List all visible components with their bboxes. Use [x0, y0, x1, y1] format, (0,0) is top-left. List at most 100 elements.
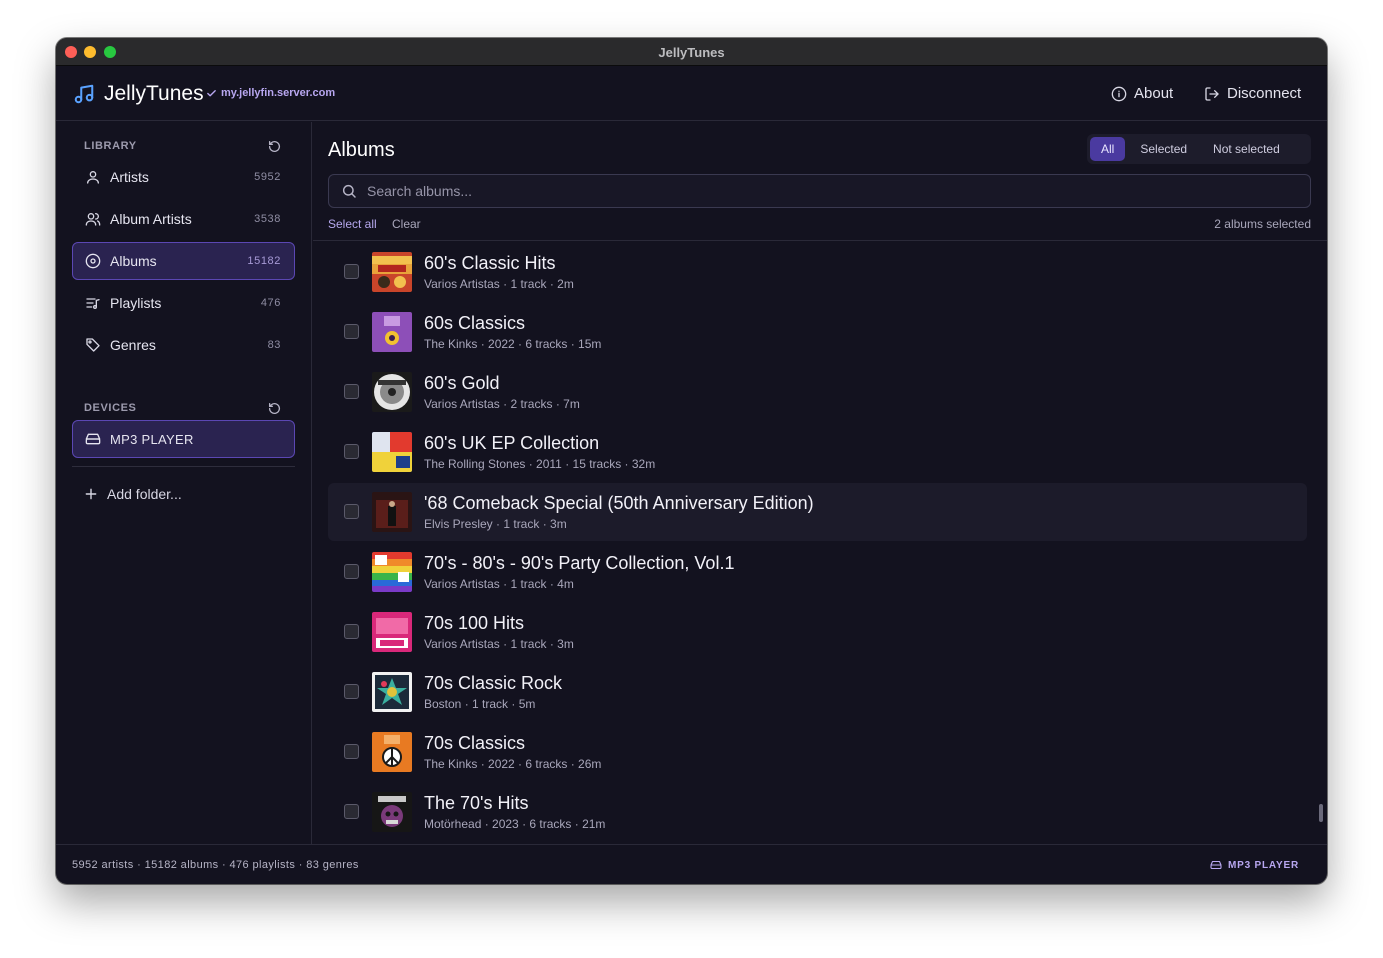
album-checkbox[interactable] [344, 324, 359, 339]
disc-icon [85, 253, 101, 269]
album-row[interactable]: 70s Classic Rock Boston · 1 track · 5m [328, 663, 1307, 721]
album-cover [372, 552, 412, 592]
logout-icon [1205, 86, 1219, 101]
sidebar-item-label: Genres [110, 337, 156, 353]
album-title: 60's Gold [424, 373, 500, 393]
album-cover [372, 792, 412, 832]
album-cover [372, 492, 412, 532]
album-checkbox[interactable] [344, 444, 359, 459]
drive-icon [1210, 860, 1222, 870]
window-title: JellyTunes [658, 45, 725, 60]
album-cover [372, 672, 412, 712]
album-row[interactable]: 60's Gold Varios Artistas · 2 tracks · 7… [328, 363, 1307, 421]
scrollbar-thumb[interactable] [1319, 804, 1323, 822]
album-meta: Boston · 1 track · 5m [424, 697, 536, 711]
select-all-link[interactable]: Select all [328, 217, 377, 231]
album-cover [372, 252, 412, 292]
add-folder-button[interactable]: Add folder... [84, 486, 182, 502]
disconnect-button[interactable]: Disconnect [1204, 85, 1301, 102]
album-row[interactable]: 70's - 80's - 90's Party Collection, Vol… [328, 543, 1307, 601]
playlist-icon [86, 298, 100, 309]
album-checkbox[interactable] [344, 504, 359, 519]
sidebar-item-label: Artists [110, 169, 149, 185]
album-title: 60's UK EP Collection [424, 433, 600, 453]
album-cover [372, 732, 412, 772]
album-meta: The Kinks · 2022 · 6 tracks · 26m [424, 757, 602, 771]
sidebar-item-label: Playlists [110, 295, 162, 311]
server-status: my.jellyfin.server.com [206, 87, 335, 99]
album-title: 70s Classics [424, 733, 526, 753]
server-url: my.jellyfin.server.com [221, 87, 336, 99]
drive-icon [85, 433, 101, 445]
album-title: 70s Classic Rock [424, 673, 563, 693]
album-meta: The Kinks · 2022 · 6 tracks · 15m [424, 337, 602, 351]
sidebar-item-artists[interactable]: Artists 5952 [72, 158, 295, 196]
music-note-icon [74, 84, 94, 104]
device-item-mp3-player[interactable]: MP3 PLAYER [72, 420, 295, 458]
album-cover [372, 312, 412, 352]
album-row[interactable]: 60's Classic Hits Varios Artistas · 1 tr… [328, 243, 1307, 301]
sidebar-item-count: 5952 [254, 171, 281, 183]
status-bar: 5952 artists · 15182 albums · 476 playli… [56, 844, 1327, 884]
sidebar-item-genres[interactable]: Genres 83 [72, 326, 295, 364]
sidebar-item-count: 3538 [254, 213, 281, 225]
album-checkbox[interactable] [344, 384, 359, 399]
search-box [328, 174, 1311, 208]
album-row[interactable]: 60s Classics The Kinks · 2022 · 6 tracks… [328, 303, 1307, 361]
sidebar-item-count: 83 [267, 339, 281, 351]
library-section-label: LIBRARY [84, 140, 137, 152]
sidebar-item-label: Albums [110, 253, 157, 269]
device-label: MP3 PLAYER [110, 431, 194, 447]
album-meta: The Rolling Stones · 2011 · 15 tracks · … [424, 457, 656, 471]
album-row[interactable]: 70s Classics The Kinks · 2022 · 6 tracks… [328, 723, 1307, 781]
album-checkbox[interactable] [344, 264, 359, 279]
album-row[interactable]: 70s 100 Hits Varios Artistas · 1 track ·… [328, 603, 1307, 661]
album-row[interactable]: The 70's Hits Motörhead · 2023 · 6 track… [328, 783, 1307, 841]
album-row[interactable]: '68 Comeback Special (50th Anniversary E… [328, 483, 1307, 541]
album-meta: Varios Artistas · 1 track · 4m [424, 577, 574, 591]
plus-icon [85, 488, 97, 500]
album-checkbox[interactable] [344, 684, 359, 699]
album-checkbox[interactable] [344, 624, 359, 639]
search-input[interactable] [367, 183, 1267, 199]
tag-icon [86, 338, 100, 352]
page-title: Albums [328, 139, 395, 161]
filter-all[interactable]: All [1090, 137, 1126, 161]
add-folder-label: Add folder... [107, 486, 182, 502]
filter-selected[interactable]: Selected [1129, 137, 1198, 161]
sidebar-item-album-artists[interactable]: Album Artists 3538 [72, 200, 295, 238]
selected-count: 2 albums selected [1214, 217, 1311, 231]
album-checkbox[interactable] [344, 804, 359, 819]
filter-not-selected[interactable]: Not selected [1202, 137, 1291, 161]
album-cover [372, 432, 412, 472]
album-title: 60s Classics [424, 313, 526, 333]
refresh-devices-icon[interactable] [268, 402, 281, 415]
sidebar: LIBRARY Artists 5952 Album Artists 3538 … [56, 122, 312, 844]
album-checkbox[interactable] [344, 564, 359, 579]
album-title: 70's - 80's - 90's Party Collection, Vol… [424, 553, 735, 573]
refresh-library-icon[interactable] [268, 140, 281, 153]
album-row[interactable]: 60's UK EP Collection The Rolling Stones… [328, 423, 1307, 481]
app-header: JellyTunes my.jellyfin.server.com About … [56, 66, 1327, 121]
album-checkbox[interactable] [344, 744, 359, 759]
filter-segmented-control: All Selected Not selected [1087, 134, 1311, 164]
album-title: The 70's Hits [424, 793, 529, 813]
disconnect-label: Disconnect [1227, 85, 1302, 102]
about-label: About [1134, 85, 1174, 102]
app-window: JellyTunes JellyTunes my.jellyfin.server… [56, 38, 1327, 884]
sidebar-item-albums[interactable]: Albums 15182 [72, 242, 295, 280]
list-divider [313, 240, 1327, 241]
sidebar-item-playlists[interactable]: Playlists 476 [72, 284, 295, 322]
album-cover [372, 372, 412, 412]
about-button[interactable]: About [1111, 85, 1173, 102]
album-meta: Varios Artistas · 1 track · 3m [424, 637, 574, 651]
app-name: JellyTunes [104, 82, 204, 105]
check-icon [207, 89, 216, 96]
footer-device[interactable]: MP3 PLAYER [1210, 859, 1299, 871]
person-icon [87, 171, 99, 184]
sidebar-item-label: Album Artists [110, 211, 192, 227]
clear-link[interactable]: Clear [392, 217, 421, 231]
sidebar-divider [72, 466, 295, 467]
album-title: 60's Classic Hits [424, 253, 556, 273]
album-meta: Varios Artistas · 1 track · 2m [424, 277, 574, 291]
